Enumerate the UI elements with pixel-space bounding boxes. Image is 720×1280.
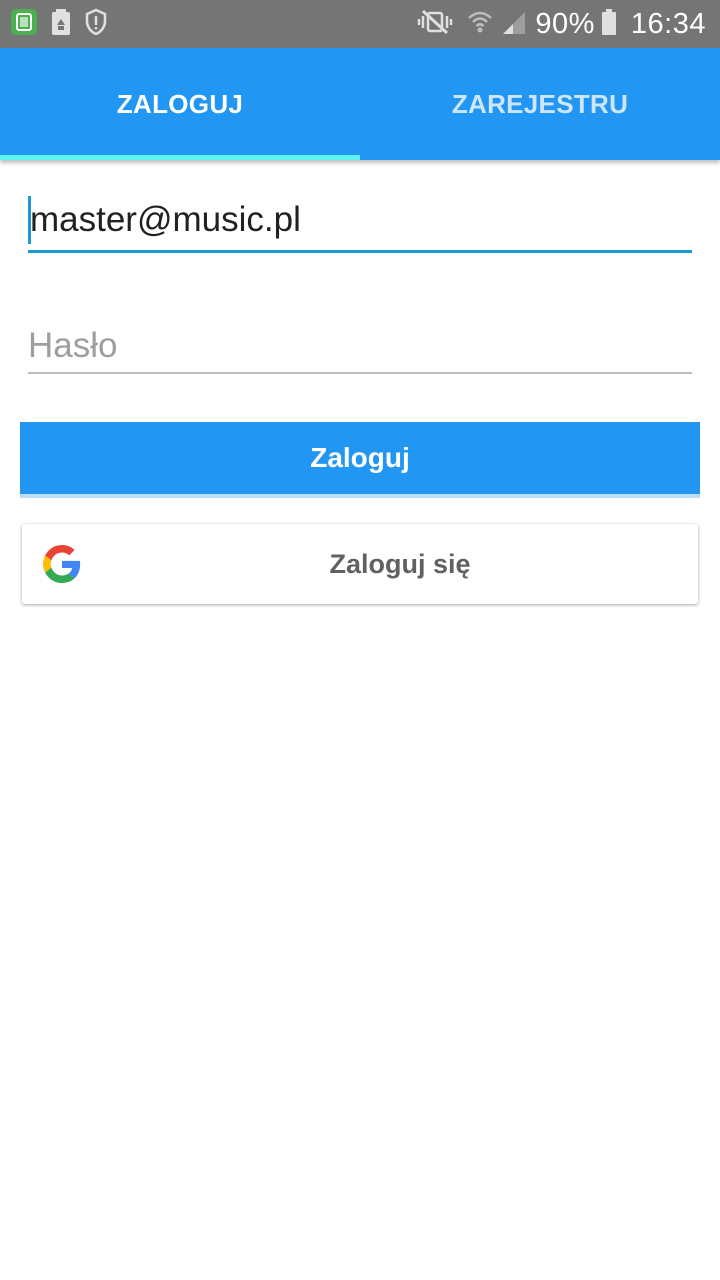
login-button-label: Zaloguj	[310, 442, 410, 473]
signal-icon	[501, 8, 527, 41]
google-signin-button[interactable]: Zaloguj się	[22, 524, 698, 604]
tab-register[interactable]: ZAREJESTRU	[360, 48, 720, 160]
wifi-icon	[467, 8, 493, 41]
login-button[interactable]: Zaloguj	[20, 422, 700, 498]
tab-login-label: ZALOGUJ	[116, 88, 244, 119]
clock: 16:34	[630, 7, 706, 40]
battery-percentage: 90%	[535, 7, 595, 40]
status-bar-left	[10, 8, 120, 41]
tab-register-label: ZAREJESTRU	[451, 88, 629, 119]
tab-login[interactable]: ZALOGUJ	[0, 48, 360, 160]
vibrate-mute-icon	[417, 8, 453, 41]
email-value: master@music.pl	[30, 200, 301, 239]
shield-alert-icon	[84, 8, 108, 41]
status-bar-right: 90% 16:34	[403, 8, 706, 41]
email-field[interactable]: master@music.pl	[28, 196, 692, 253]
status-bar: 90% 16:34	[0, 0, 720, 48]
password-field[interactable]: Hasło	[28, 320, 692, 374]
battery-icon	[601, 8, 617, 41]
tab-bar: ZALOGUJ ZAREJESTRU	[0, 48, 720, 160]
screen-mirror-icon	[10, 8, 38, 41]
recycle-icon	[50, 8, 72, 41]
google-signin-label: Zaloguj się	[329, 548, 471, 579]
password-placeholder: Hasło	[28, 326, 118, 365]
tab-indicator	[0, 155, 360, 160]
